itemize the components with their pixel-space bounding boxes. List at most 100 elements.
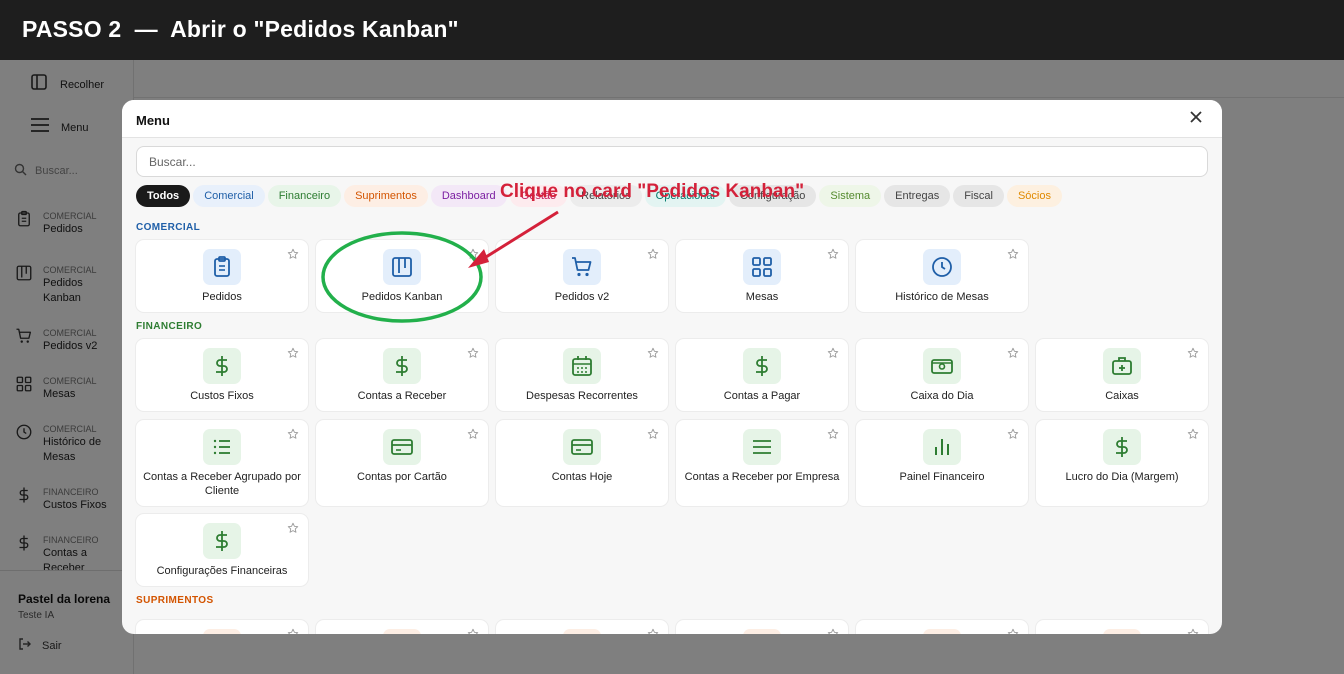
menu-card[interactable]: Pedidos v2 <box>496 240 668 312</box>
dollar-icon <box>743 348 781 384</box>
supply-icon <box>743 629 781 634</box>
bar-chart-icon <box>923 429 961 465</box>
star-icon[interactable] <box>1187 628 1199 634</box>
filter-chip[interactable]: Dashboard <box>430 185 507 207</box>
close-icon <box>1190 111 1202 123</box>
cash-icon <box>923 348 961 384</box>
modal-title: Menu <box>136 113 170 128</box>
supply-icon <box>1103 629 1141 634</box>
menu-card-label: Custos Fixos <box>190 390 254 402</box>
menu-card[interactable]: Contas a Receber <box>316 339 488 411</box>
star-icon[interactable] <box>827 428 839 443</box>
star-icon[interactable] <box>467 428 479 443</box>
tutorial-banner: PASSO 2 — Abrir o "Pedidos Kanban" <box>0 0 1344 60</box>
star-icon[interactable] <box>1007 347 1019 362</box>
star-icon[interactable] <box>647 347 659 362</box>
menu-card[interactable] <box>676 620 848 634</box>
star-icon[interactable] <box>467 347 479 362</box>
menu-card[interactable] <box>496 620 668 634</box>
menu-card-label: Contas a Receber <box>357 390 447 402</box>
cart-icon <box>563 249 601 285</box>
filter-chip[interactable]: Fiscal <box>953 185 1004 207</box>
menu-card[interactable]: Lucro do Dia (Margem) <box>1036 420 1208 506</box>
star-icon[interactable] <box>647 428 659 443</box>
star-icon[interactable] <box>647 248 659 263</box>
menu-card[interactable]: Contas por Cartão <box>316 420 488 506</box>
kanban-icon <box>383 249 421 285</box>
menu-search-input[interactable] <box>136 146 1208 177</box>
clock-icon <box>923 249 961 285</box>
star-icon[interactable] <box>1187 428 1199 443</box>
menu-card[interactable]: Histórico de Mesas <box>856 240 1028 312</box>
close-button[interactable] <box>1186 108 1206 128</box>
section-label: SUPRIMENTOS <box>136 595 214 606</box>
section-label: FINANCEIRO <box>136 321 203 332</box>
menu-card[interactable]: Pedidos <box>136 240 308 312</box>
grid-icon <box>743 249 781 285</box>
menu-card-label: Histórico de Mesas <box>895 291 989 303</box>
menu-card-label: Mesas <box>745 291 779 303</box>
star-icon[interactable] <box>647 628 659 634</box>
list-icon <box>203 429 241 465</box>
star-icon[interactable] <box>827 347 839 362</box>
filter-chip[interactable]: Financeiro <box>267 185 342 207</box>
star-icon[interactable] <box>827 628 839 634</box>
star-icon[interactable] <box>1007 428 1019 443</box>
filter-chip[interactable]: Sócios <box>1006 185 1062 207</box>
filter-chip[interactable]: Suprimentos <box>344 185 428 207</box>
menu-card-label: Contas a Receber Agrupado por Cliente <box>143 471 301 497</box>
filter-chip[interactable]: Comercial <box>193 185 265 207</box>
star-icon[interactable] <box>1187 347 1199 362</box>
menu-card[interactable]: Mesas <box>676 240 848 312</box>
star-icon[interactable] <box>287 628 299 634</box>
menu-card-label: Pedidos Kanban <box>361 291 443 303</box>
dollar-icon <box>1103 429 1141 465</box>
section-label: COMERCIAL <box>136 222 201 233</box>
menu-card[interactable]: Despesas Recorrentes <box>496 339 668 411</box>
menu-card[interactable]: Pedidos Kanban <box>316 240 488 312</box>
filter-chip[interactable]: Todos <box>136 185 191 207</box>
dollar-icon <box>203 523 241 559</box>
star-icon[interactable] <box>287 428 299 443</box>
star-icon[interactable] <box>287 248 299 263</box>
menu-card-label: Pedidos v2 <box>554 291 610 303</box>
menu-card-label: Despesas Recorrentes <box>526 390 638 402</box>
menu-card[interactable]: Contas a Receber Agrupado por Cliente <box>136 420 308 506</box>
menu-card[interactable] <box>856 620 1028 634</box>
filter-chip[interactable]: Entregas <box>884 185 951 207</box>
menu-card[interactable]: Custos Fixos <box>136 339 308 411</box>
star-icon[interactable] <box>467 248 479 263</box>
supply-icon <box>203 629 241 634</box>
menu-card[interactable]: Contas a Pagar <box>676 339 848 411</box>
dollar-icon <box>383 348 421 384</box>
clipboard-icon <box>203 249 241 285</box>
menu-card-label: Pedidos <box>202 291 242 303</box>
menu-card-label: Painel Financeiro <box>899 471 985 483</box>
menu-card[interactable]: Caixas <box>1036 339 1208 411</box>
menu-card-label: Lucro do Dia (Margem) <box>1065 471 1179 483</box>
credit-card-icon <box>383 429 421 465</box>
menu-card[interactable]: Caixa do Dia <box>856 339 1028 411</box>
menu-card[interactable]: Painel Financeiro <box>856 420 1028 506</box>
star-icon[interactable] <box>1007 628 1019 634</box>
menu-card-label: Caixas <box>1105 390 1139 402</box>
calendar-icon <box>563 348 601 384</box>
menu-card[interactable]: Contas a Receber por Empresa <box>676 420 848 506</box>
menu-card[interactable] <box>136 620 308 634</box>
star-icon[interactable] <box>467 628 479 634</box>
menu-card[interactable] <box>316 620 488 634</box>
modal-header: Menu <box>122 100 1222 138</box>
star-icon[interactable] <box>827 248 839 263</box>
star-icon[interactable] <box>287 522 299 537</box>
menu-card-label: Configurações Financeiras <box>156 565 288 577</box>
star-icon[interactable] <box>287 347 299 362</box>
home-icon <box>923 629 961 634</box>
star-icon[interactable] <box>1007 248 1019 263</box>
menu-card-label: Contas a Pagar <box>723 390 801 402</box>
banner-title: PASSO 2 — Abrir o "Pedidos Kanban" <box>22 16 459 42</box>
menu-card[interactable]: Contas Hoje <box>496 420 668 506</box>
menu-card[interactable]: Configurações Financeiras <box>136 514 308 586</box>
menu-card[interactable] <box>1036 620 1208 634</box>
menu-card-label: Contas Hoje <box>551 471 613 483</box>
filter-chip[interactable]: Sistema <box>819 185 882 207</box>
